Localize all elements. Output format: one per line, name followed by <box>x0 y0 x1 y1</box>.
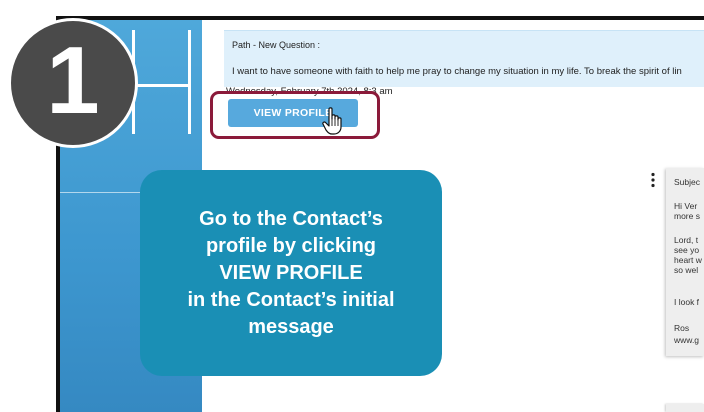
reply-line: www.g <box>674 336 700 345</box>
next-message-card <box>666 404 704 412</box>
reply-line: Ros <box>674 324 690 333</box>
more-options-icon[interactable] <box>649 172 657 188</box>
reply-line: heart w <box>674 256 702 265</box>
reply-line: Hi Ver <box>674 202 698 211</box>
reply-line: I look f <box>674 298 700 307</box>
reply-line: so wel <box>674 266 699 275</box>
callout-line: profile by clicking <box>205 234 377 257</box>
step-number: 1 <box>46 27 100 134</box>
instruction-callout: Go to the Contact’s profile by clicking … <box>140 170 442 376</box>
reply-line: see yo <box>674 246 700 255</box>
step-number-badge: 1 <box>8 18 138 148</box>
reply-line: more s <box>674 212 700 221</box>
question-path-label: Path - New Question : <box>232 40 321 50</box>
callout-line: message <box>248 315 334 338</box>
reply-line: Subjec <box>674 178 700 187</box>
callout-line: in the Contact’s initial <box>187 288 395 311</box>
hand-cursor-icon <box>322 107 342 135</box>
question-text: I want to have someone with faith to hel… <box>232 66 682 77</box>
reply-line: Lord, t <box>674 236 699 245</box>
callout-line: Go to the Contact’s <box>199 207 383 230</box>
frame-border-top <box>56 16 704 20</box>
question-card <box>224 30 704 87</box>
callout-line: VIEW PROFILE <box>219 261 363 284</box>
